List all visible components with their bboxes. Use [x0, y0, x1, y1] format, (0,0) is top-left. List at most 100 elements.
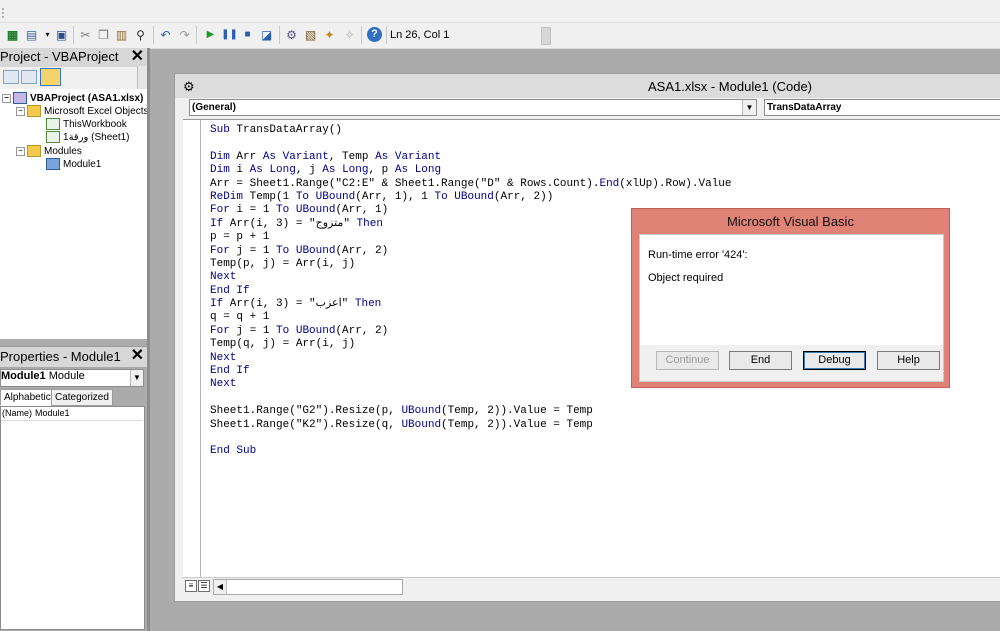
- view-code-icon[interactable]: [3, 70, 19, 84]
- full-module-view-icon[interactable]: ☰: [198, 580, 210, 592]
- properties-grid: (Name) Module1: [0, 406, 145, 630]
- tree-item-sheet1[interactable]: ورقة1 (Sheet1): [46, 131, 130, 143]
- properties-object-select[interactable]: Module1 Module ▼: [0, 369, 144, 387]
- menu-bar: [0, 0, 1000, 23]
- cut-icon[interactable]: ✂: [78, 27, 93, 42]
- code-line[interactable]: [210, 432, 732, 445]
- code-window-statusbar: ≡ ☰ ◀: [183, 577, 1000, 596]
- code-line[interactable]: Arr = Sheet1.Range("C2:E" & Sheet1.Range…: [210, 178, 732, 191]
- collapse-icon[interactable]: −: [16, 106, 25, 116]
- code-line[interactable]: Sheet1.Range("K2").Resize(q, UBound(Temp…: [210, 419, 732, 432]
- code-line[interactable]: Dim Arr As Variant, Temp As Variant: [210, 151, 732, 164]
- view-object-icon[interactable]: [21, 70, 37, 84]
- code-line[interactable]: ReDim Temp(1 To UBound(Arr, 1), 1 To UBo…: [210, 191, 732, 204]
- toolbar-separator: [73, 26, 74, 44]
- save-icon[interactable]: ▣: [54, 27, 69, 42]
- toolbar-separator: [361, 26, 362, 44]
- toggle-folders-icon[interactable]: [40, 68, 61, 86]
- tab-alphabetic[interactable]: Alphabetic: [0, 389, 55, 406]
- project-explorer-toolbar: [0, 67, 147, 90]
- tree-item-modules[interactable]: − Modules: [16, 145, 82, 157]
- reset-icon[interactable]: ■: [240, 27, 255, 42]
- chevron-down-icon[interactable]: ▾: [40, 27, 55, 42]
- end-button[interactable]: End: [729, 351, 792, 370]
- error-code: Run-time error '424':: [648, 249, 748, 261]
- tree-item-thisworkbook[interactable]: ThisWorkbook: [46, 118, 127, 130]
- object-name: Module1: [1, 370, 46, 382]
- object-combo[interactable]: (General) ▼: [189, 99, 757, 116]
- collapse-icon[interactable]: −: [2, 93, 11, 103]
- design-mode-icon[interactable]: ◪: [259, 27, 274, 42]
- toolbox-icon[interactable]: ✧: [342, 27, 357, 42]
- break-icon[interactable]: ❚❚: [221, 27, 238, 42]
- worksheet-icon: [46, 131, 60, 143]
- find-icon[interactable]: ⚲: [133, 27, 148, 42]
- tree-item-excel-objects[interactable]: − Microsoft Excel Objects: [16, 105, 148, 117]
- close-icon[interactable]: ✕: [131, 347, 144, 365]
- dialog-body: Run-time error '424': Object required Co…: [639, 234, 944, 382]
- tree-item-label: VBAProject (ASA1.xlsx): [30, 92, 144, 104]
- code-line[interactable]: Dim i As Long, j As Long, p As Long: [210, 164, 732, 177]
- undo-icon[interactable]: ↶: [158, 27, 173, 42]
- properties-titlebar[interactable]: Properties - Module1 ✕: [0, 346, 147, 368]
- run-icon[interactable]: ▶: [203, 27, 218, 42]
- tree-item-vbaproject[interactable]: − VBAProject (ASA1.xlsx): [2, 92, 143, 104]
- chevron-down-icon[interactable]: ▼: [130, 370, 143, 386]
- code-line[interactable]: [210, 137, 732, 150]
- tree-item-label: Modules: [44, 145, 82, 157]
- properties-icon[interactable]: ▧: [303, 27, 318, 42]
- chevron-down-icon[interactable]: ▼: [742, 100, 756, 115]
- vbaproject-icon: [13, 92, 27, 104]
- collapse-icon[interactable]: −: [16, 146, 25, 156]
- project-explorer-titlebar[interactable]: Project - VBAProject ✕: [0, 48, 147, 68]
- procedure-view-icon[interactable]: ≡: [185, 580, 197, 592]
- code-line[interactable]: [210, 392, 732, 405]
- folder-icon: [27, 105, 41, 117]
- code-line[interactable]: End Sub: [210, 445, 732, 458]
- workbook-icon: [46, 118, 60, 130]
- toolbar-overflow-handle[interactable]: [541, 27, 551, 45]
- standard-toolbar: ▦ ▤ ▾ ▣ ✂ ❐ ▥ ⚲ ↶ ↷ ▶ ❚❚ ■ ◪ ⚙ ▧ ✦ ✧ ? L…: [0, 23, 1000, 49]
- object-type: Module: [48, 370, 85, 382]
- tree-item-module1[interactable]: Module1: [46, 158, 101, 170]
- dialog-title: Microsoft Visual Basic: [727, 214, 854, 229]
- property-value[interactable]: Module1: [35, 407, 70, 420]
- help-icon[interactable]: ?: [367, 27, 382, 42]
- copy-icon[interactable]: ❐: [96, 27, 111, 42]
- object-combo-value: (General): [192, 102, 236, 113]
- code-line[interactable]: Sheet1.Range("G2").Resize(p, UBound(Temp…: [210, 405, 732, 418]
- code-margin[interactable]: [183, 120, 201, 578]
- toolbar-separator: [153, 26, 154, 44]
- folder-icon: [27, 145, 41, 157]
- procedure-combo[interactable]: TransDataArray: [764, 99, 1000, 116]
- scroll-left-icon[interactable]: ◀: [214, 580, 227, 594]
- tab-categorized[interactable]: Categorized: [51, 389, 113, 406]
- redo-icon[interactable]: ↷: [177, 27, 192, 42]
- object-browser-icon[interactable]: ✦: [322, 27, 337, 42]
- module-icon: [46, 158, 60, 170]
- error-dialog: Microsoft Visual Basic Run-time error '4…: [631, 208, 950, 388]
- paste-icon[interactable]: ▥: [114, 27, 129, 42]
- property-key: (Name): [2, 408, 33, 418]
- panel-splitter[interactable]: [147, 48, 150, 631]
- property-row[interactable]: (Name) Module1: [1, 407, 142, 421]
- code-line[interactable]: Sub TransDataArray(): [210, 124, 732, 137]
- continue-button[interactable]: Continue: [656, 351, 719, 370]
- tree-item-label: ورقة1 (Sheet1): [63, 131, 130, 143]
- horizontal-scrollbar[interactable]: ◀: [213, 579, 403, 595]
- insert-userform-icon[interactable]: ▤: [24, 27, 39, 42]
- error-message: Object required: [648, 272, 724, 284]
- cursor-position-status: Ln 26, Col 1: [390, 29, 450, 41]
- module-icon[interactable]: ⚙: [183, 79, 195, 95]
- debug-button[interactable]: Debug: [803, 351, 866, 370]
- toolbar-separator: [386, 26, 387, 44]
- code-window-titlebar[interactable]: ⚙ ASA1.xlsx - Module1 (Code): [175, 74, 1000, 98]
- toolbar-separator: [279, 26, 280, 44]
- help-button[interactable]: Help: [877, 351, 940, 370]
- project-explorer-title: Project - VBAProject: [0, 49, 119, 64]
- code-window-title: ASA1.xlsx - Module1 (Code): [648, 79, 813, 94]
- close-icon[interactable]: ✕: [131, 48, 144, 66]
- excel-icon[interactable]: ▦: [5, 27, 20, 42]
- menu-grip[interactable]: [2, 8, 6, 18]
- project-explorer-icon[interactable]: ⚙: [284, 27, 299, 42]
